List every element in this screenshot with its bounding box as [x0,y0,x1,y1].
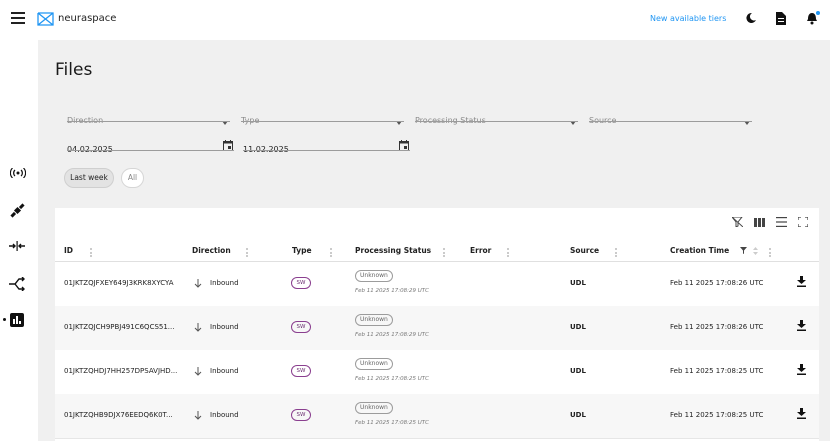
routes-icon[interactable] [9,277,25,291]
status-timestamp: Feb 11 2025 17:08:29 UTC [355,288,429,294]
analytics-icon[interactable] [10,313,24,327]
column-menu-icon[interactable] [615,248,617,259]
menu-icon[interactable] [11,12,25,24]
theme-toggle-icon[interactable] [745,12,757,24]
direction-underline [67,121,230,122]
calendar-icon[interactable] [399,136,409,155]
table-row[interactable]: 01JKTZQJCH9PBJ491C6QCS51... Inbound SW U… [55,306,819,351]
status-timestamp: Feb 11 2025 17:08:25 UTC [355,420,429,426]
column-header-creation-time[interactable]: Creation Time [670,246,729,255]
column-header-direction[interactable]: Direction [192,246,231,255]
inbound-arrow-icon [194,279,202,288]
source-value: UDL [570,279,586,287]
direction-value: Inbound [210,323,239,331]
status-timestamp: Feb 11 2025 17:08:25 UTC [355,376,429,382]
status-badge: Unknown [355,402,393,414]
date-from-underline [67,150,234,151]
chevron-down-icon [744,110,750,129]
top-bar: neuraspace New available tiers [0,0,830,40]
table-row[interactable]: 01JKTZQJFXEY649J3KRK8XYCYA Inbound SW Un… [55,262,819,307]
side-navigation [0,40,38,441]
page-title: Files [55,60,93,80]
download-icon[interactable] [797,320,806,331]
date-to-underline [243,150,410,151]
column-menu-icon[interactable] [246,248,248,259]
status-badge: Unknown [355,314,393,326]
processing-status-underline [415,121,578,122]
download-icon[interactable] [797,408,806,419]
filter-icon[interactable] [740,247,747,254]
notification-bell-icon[interactable] [806,11,820,25]
sort-icon[interactable] [753,247,758,255]
status-badge: Unknown [355,270,393,282]
neuraspace-logo-icon [37,11,54,27]
inbound-arrow-icon [194,411,202,420]
density-icon[interactable] [776,217,787,227]
file-id: 01JKTZQHB9DJX76EEDQ6K0T... [64,411,173,419]
type-underline [241,121,404,122]
table-row[interactable]: 01JKTZQHB9DJX76EEDQ6K0T... Inbound SW Un… [55,394,819,439]
calendar-icon[interactable] [223,136,233,155]
source-value: UDL [570,367,586,375]
status-badge: Unknown [355,358,393,370]
column-header-source[interactable]: Source [570,246,599,255]
column-header-error[interactable]: Error [470,246,491,255]
source-value: UDL [570,323,586,331]
all-chip[interactable]: All [121,168,144,188]
files-table: ID Direction Type Processing Status Erro… [55,208,819,441]
last-week-chip[interactable]: Last week [64,168,114,188]
creation-time-value: Feb 11 2025 17:08:25 UTC [670,367,764,375]
type-badge: SW [291,365,311,377]
fullscreen-icon[interactable] [798,217,808,227]
new-tiers-link[interactable]: New available tiers [650,14,726,23]
type-badge: SW [291,277,311,289]
creation-time-value: Feb 11 2025 17:08:25 UTC [670,411,764,419]
chevron-down-icon [570,110,576,129]
active-indicator [3,318,6,321]
table-header: ID Direction Type Processing Status Erro… [55,241,819,262]
direction-value: Inbound [210,279,239,287]
type-select[interactable]: Type [241,108,404,125]
file-id: 01JKTZQJFXEY649J3KRK8XYCYA [64,279,174,287]
column-header-id[interactable]: ID [64,246,73,255]
column-menu-icon[interactable] [443,248,445,259]
brand-name: neuraspace [58,13,117,24]
file-id: 01JKTZQHDJ7HH257DPSAVJHD... [64,367,178,375]
creation-time-value: Feb 11 2025 17:08:26 UTC [670,323,764,331]
processing-status-select[interactable]: Processing Status [415,108,578,125]
download-icon[interactable] [797,364,806,375]
column-menu-icon[interactable] [90,248,92,259]
direction-value: Inbound [210,367,239,375]
inbound-arrow-icon [194,367,202,376]
creation-time-value: Feb 11 2025 17:08:26 UTC [670,279,764,287]
clear-filter-icon[interactable] [732,217,743,227]
type-badge: SW [291,409,311,421]
type-badge: SW [291,321,311,333]
chevron-down-icon [396,110,402,129]
document-icon[interactable] [776,12,786,25]
direction-select[interactable]: Direction [67,108,230,125]
date-to-field[interactable]: 11.02.2025 [243,137,410,154]
date-from-field[interactable]: 04.02.2025 [67,137,234,154]
maneuver-icon[interactable] [9,241,25,251]
column-menu-icon[interactable] [507,248,509,259]
chevron-down-icon [222,110,228,129]
columns-icon[interactable] [754,218,765,227]
column-header-type[interactable]: Type [292,246,312,255]
satellite-icon[interactable] [9,202,26,219]
source-underline [589,121,752,122]
column-menu-icon[interactable] [769,248,771,259]
antenna-icon[interactable] [10,168,26,178]
direction-value: Inbound [210,411,239,419]
column-menu-icon[interactable] [330,248,332,259]
download-icon[interactable] [797,276,806,287]
file-id: 01JKTZQJCH9PBJ491C6QCS51... [64,323,175,331]
column-header-processing-status[interactable]: Processing Status [355,246,431,255]
source-select[interactable]: Source [589,108,752,125]
table-row[interactable]: 01JKTZQHDJ7HH257DPSAVJHD... Inbound SW U… [55,350,819,395]
inbound-arrow-icon [194,323,202,332]
status-timestamp: Feb 11 2025 17:08:29 UTC [355,332,429,338]
source-value: UDL [570,411,586,419]
